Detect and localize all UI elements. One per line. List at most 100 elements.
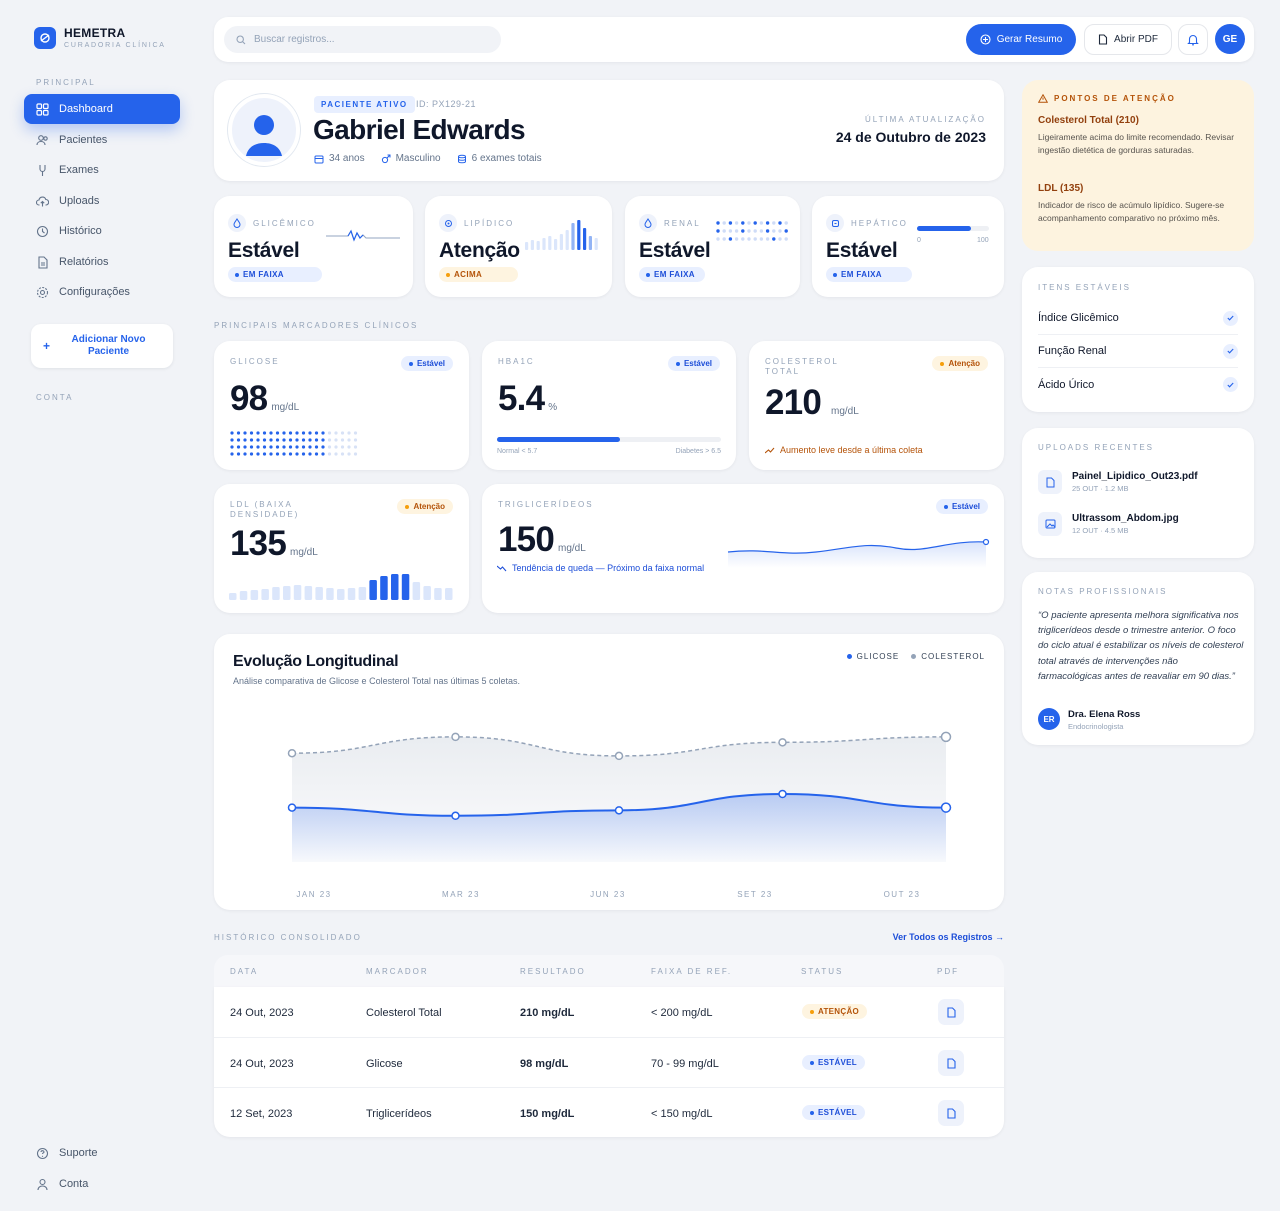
column-header: FAIXA DE REF. xyxy=(651,967,733,976)
status-card-lipidico[interactable]: LIPÍDICO Atenção ACIMA xyxy=(425,196,612,297)
renal-dot xyxy=(765,229,770,233)
status-card-label: GLICÊMICO xyxy=(253,218,316,228)
renal-dot xyxy=(728,221,733,225)
glucose-dot xyxy=(314,431,319,435)
status-card-renal[interactable]: RENAL Estável EM FAIXA xyxy=(625,196,800,297)
nav-item-historico[interactable]: Histórico xyxy=(24,216,180,246)
nav-item-pacientes[interactable]: Pacientes xyxy=(24,125,180,155)
renal-dot xyxy=(741,221,745,225)
row-date: 24 Out, 2023 xyxy=(230,1007,294,1019)
top-bar: Buscar registros... Gerar Resumo Abrir P… xyxy=(214,17,1254,62)
nav-item-configuracoes[interactable]: Configurações xyxy=(24,277,180,307)
marker-value: 210 mg/dL xyxy=(765,383,859,422)
glucose-dot xyxy=(340,452,345,456)
x-tick-label: JUN 23 xyxy=(590,890,626,899)
open-pdf-button[interactable]: Abrir PDF xyxy=(1084,24,1172,55)
uploads-title: UPLOADS RECENTES xyxy=(1038,443,1155,452)
stable-items-title: ITENS ESTÁVEIS xyxy=(1038,283,1131,292)
patient-age: 34 anos xyxy=(314,153,365,164)
marker-card-ldl[interactable]: LDL (BAIXA DENSIDADE) Atenção 135 mg/dL xyxy=(214,484,469,613)
table-row[interactable]: 12 Set, 2023 Triglicerídeos 150 mg/dL < … xyxy=(214,1087,1004,1137)
point-colesterol[interactable] xyxy=(614,751,624,761)
plus-icon: + xyxy=(43,339,51,353)
table-row[interactable]: 24 Out, 2023 Colesterol Total 210 mg/dL … xyxy=(214,987,1004,1037)
history-title: HISTÓRICO CONSOLIDADO xyxy=(214,933,362,942)
male-icon xyxy=(381,154,391,163)
point-colesterol[interactable] xyxy=(287,748,297,758)
glucose-dot xyxy=(314,445,319,449)
glucose-dot xyxy=(249,452,254,456)
nav-item-exames[interactable]: Exames xyxy=(24,155,180,185)
marker-label: HBA1C xyxy=(498,357,535,366)
row-date: 24 Out, 2023 xyxy=(230,1058,294,1070)
patient-id: ID: PX129-21 xyxy=(416,99,477,109)
markers-section-title: PRINCIPAIS MARCADORES CLÍNICOS xyxy=(214,321,419,330)
renal-dot xyxy=(765,237,770,241)
glucose-dot xyxy=(230,438,234,442)
search-input[interactable]: Buscar registros... xyxy=(224,26,501,53)
glucose-dot xyxy=(347,445,351,449)
lipid-bar xyxy=(536,241,540,250)
generate-summary-button[interactable]: Gerar Resumo xyxy=(966,24,1076,55)
evolution-chart-card: Evolução Longitudinal Análise comparativ… xyxy=(214,634,1004,910)
last-update-value: 24 de Outubro de 2023 xyxy=(835,129,986,145)
row-pdf-button[interactable] xyxy=(938,1050,964,1076)
point-glicose[interactable] xyxy=(778,789,787,799)
grid-icon xyxy=(36,102,49,116)
row-marker: Glicose xyxy=(366,1058,403,1070)
status-card-hepatico[interactable]: HEPÁTICO 0 100 Estável EM FAIXA xyxy=(812,196,1004,297)
row-pdf-button[interactable] xyxy=(938,999,964,1025)
row-range: 70 - 99 mg/dL xyxy=(651,1058,719,1070)
row-status-badge: ATENÇÃO xyxy=(802,1004,868,1019)
status-card-label: RENAL xyxy=(664,218,701,228)
nav-item-uploads[interactable]: Uploads xyxy=(24,186,180,216)
cholesterol-note: Aumento leve desde a última coleta xyxy=(765,445,923,455)
row-pdf-button[interactable] xyxy=(938,1100,964,1126)
lipid-bar xyxy=(542,238,546,250)
point-glicose[interactable] xyxy=(940,802,952,813)
point-glicose[interactable] xyxy=(614,806,624,815)
point-colesterol[interactable] xyxy=(778,738,787,747)
stable-item: Ácido Úrico xyxy=(1038,368,1238,401)
column-header: DATA xyxy=(230,967,259,976)
marker-card-colesterol[interactable]: COLESTEROL TOTAL Atenção 210 mg/dL Aument… xyxy=(749,341,1004,470)
user-avatar[interactable]: GE xyxy=(1215,24,1245,54)
glucose-dot xyxy=(334,445,338,449)
ldl-bar xyxy=(315,587,323,600)
view-all-records-link[interactable]: Ver Todos os Registros → xyxy=(893,932,1004,942)
point-colesterol[interactable] xyxy=(451,732,460,742)
upload-file-item[interactable]: Ultrassom_Abdom.jpg 12 OUT · 4.5 MB xyxy=(1038,512,1179,536)
marker-card-triglicerideos[interactable]: TRIGLICERÍDEOS Estável 150 mg/dL Tendênci… xyxy=(482,484,1004,613)
notifications-button[interactable] xyxy=(1178,24,1208,55)
glucose-dot xyxy=(334,438,338,442)
attention-item-heading: Colesterol Total (210) xyxy=(1038,115,1139,126)
nav-item-suporte[interactable]: Suporte xyxy=(24,1138,180,1168)
doctor-name: Dra. Elena Ross xyxy=(1068,709,1141,720)
lipid-bar xyxy=(577,220,581,250)
point-glicose[interactable] xyxy=(451,811,460,821)
stable-items-panel: ITENS ESTÁVEIS Índice Glicêmico Função R… xyxy=(1022,267,1254,412)
marker-value: 98 mg/dL xyxy=(230,379,300,418)
point-glicose[interactable] xyxy=(287,803,297,812)
status-card-glicemico[interactable]: GLICÊMICO Estável EM FAIXA xyxy=(214,196,413,297)
glucose-dot xyxy=(288,452,293,456)
attention-item-text: Indicador de risco de acúmulo lipídico. … xyxy=(1038,200,1225,224)
marker-card-glicose[interactable]: GLICOSE Estável 98 mg/dL xyxy=(214,341,469,470)
glucose-dot xyxy=(314,452,319,456)
marker-value: 135 mg/dL xyxy=(230,524,318,563)
upload-file-item[interactable]: Painel_Lipidico_Out23.pdf 25 OUT · 1.2 MB xyxy=(1038,470,1198,494)
nav-item-relatorios[interactable]: Relatórios xyxy=(24,247,180,277)
nav-item-conta[interactable]: Conta xyxy=(24,1169,180,1199)
renal-dot xyxy=(765,221,770,225)
renal-dot xyxy=(753,221,757,225)
ldl-bar xyxy=(337,589,345,600)
nav-item-dashboard[interactable]: Dashboard xyxy=(24,94,180,124)
marker-card-hba1c[interactable]: HBA1C Estável 5.4% Normal < 5.7 Diabetes… xyxy=(482,341,736,470)
point-colesterol[interactable] xyxy=(940,731,952,743)
marker-label: LDL (BAIXA DENSIDADE) xyxy=(230,500,300,519)
shield-icon xyxy=(826,214,844,232)
add-patient-button[interactable]: + Adicionar Novo Paciente xyxy=(31,324,173,368)
brand-logo[interactable]: HEMETRA CURADORIA CLÍNICA xyxy=(34,26,166,49)
table-row[interactable]: 24 Out, 2023 Glicose 98 mg/dL 70 - 99 mg… xyxy=(214,1037,1004,1087)
lipid-bar xyxy=(588,236,592,250)
